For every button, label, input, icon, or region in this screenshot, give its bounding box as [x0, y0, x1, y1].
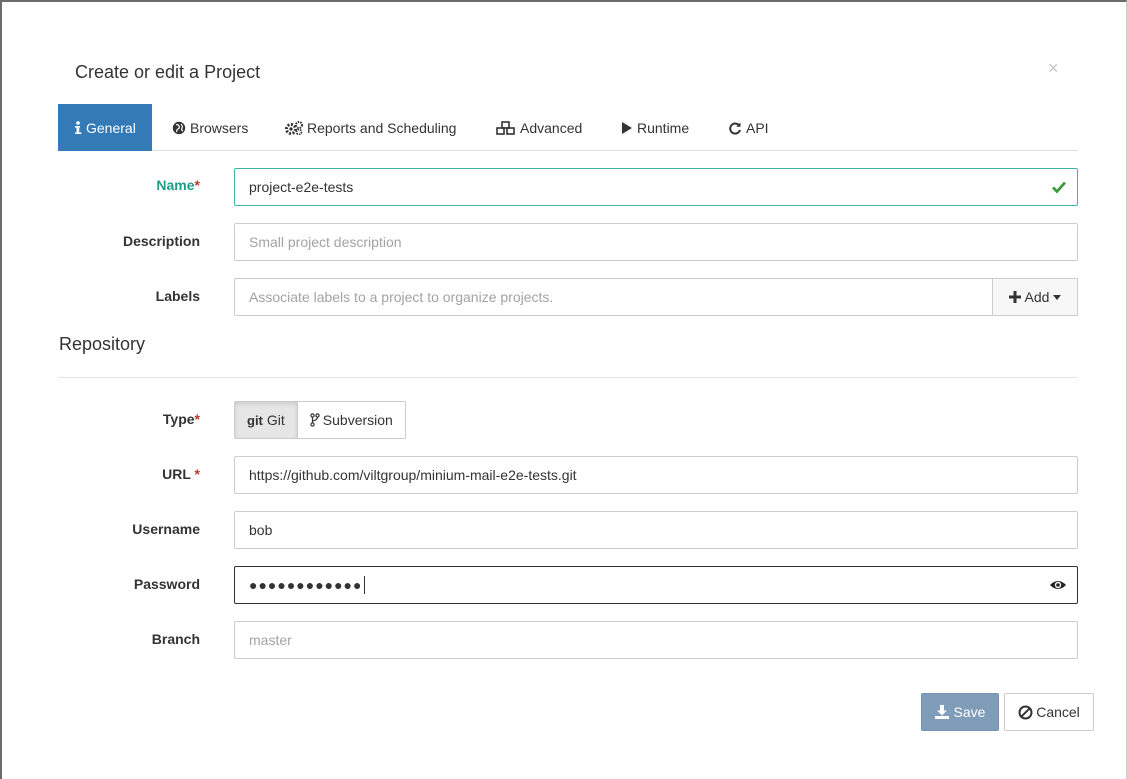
- url-label-text: URL: [162, 466, 191, 482]
- eye-icon[interactable]: [1049, 578, 1067, 595]
- tab-runtime[interactable]: Runtime: [621, 104, 689, 151]
- tab-label: Browsers: [190, 119, 249, 136]
- tab-label: Reports and Scheduling: [307, 119, 457, 136]
- branch-input[interactable]: master: [234, 621, 1078, 659]
- tab-reports-scheduling[interactable]: Reports and Scheduling: [285, 104, 456, 151]
- username-label: Username: [132, 521, 200, 537]
- username-input[interactable]: bob: [234, 511, 1078, 549]
- name-value: project-e2e-tests: [249, 179, 354, 195]
- tab-general[interactable]: General: [58, 104, 152, 151]
- code-fork-icon: [310, 413, 320, 427]
- cancel-button[interactable]: Cancel: [1004, 693, 1094, 731]
- info-icon: [74, 120, 82, 135]
- tab-bar: General Browsers Reports and Scheduling …: [58, 104, 1078, 151]
- section-divider: [58, 377, 1078, 378]
- globe-icon: [172, 121, 186, 135]
- type-subversion-label: Subversion: [322, 412, 393, 428]
- git-icon: git: [247, 412, 263, 428]
- branch-label: Branch: [151, 631, 200, 647]
- text-caret: [364, 576, 366, 594]
- name-label-text: Name: [156, 177, 195, 193]
- tab-browsers[interactable]: Browsers: [172, 104, 248, 151]
- password-input[interactable]: ●●●●●●●●●●●●: [234, 566, 1078, 604]
- type-git-button[interactable]: git Git: [234, 401, 298, 439]
- close-icon[interactable]: ×: [1048, 58, 1059, 79]
- username-value: bob: [249, 522, 273, 538]
- labels-input[interactable]: Associate labels to a project to organiz…: [234, 278, 993, 316]
- add-label-button[interactable]: Add: [992, 278, 1078, 316]
- name-input[interactable]: project-e2e-tests: [234, 168, 1078, 206]
- labels-placeholder: Associate labels to a project to organiz…: [249, 289, 554, 305]
- download-icon: [934, 705, 949, 719]
- url-label: URL *: [60, 466, 200, 482]
- name-label: Name*: [60, 177, 200, 193]
- tab-label: Runtime: [637, 119, 690, 136]
- refresh-icon: [728, 121, 742, 135]
- project-dialog: Create or edit a Project × General Brows…: [0, 0, 1127, 779]
- required-mark: *: [194, 466, 200, 482]
- gears-icon: [285, 120, 303, 135]
- url-value: https://github.com/viltgroup/minium-mail…: [249, 467, 577, 483]
- type-subversion-button[interactable]: Subversion: [297, 401, 406, 439]
- repository-section-title: Repository: [59, 334, 146, 354]
- tab-label: Advanced: [520, 119, 583, 136]
- play-icon: [621, 121, 633, 135]
- required-mark: *: [194, 411, 200, 427]
- add-label-text: Add: [1024, 289, 1050, 305]
- tab-advanced[interactable]: Advanced: [496, 104, 582, 151]
- type-git-label: Git: [266, 412, 285, 428]
- password-value: ●●●●●●●●●●●●: [249, 577, 363, 593]
- tab-label: API: [746, 119, 769, 136]
- description-placeholder: Small project description: [249, 234, 402, 250]
- repo-type-toggle: git Git Subversion: [234, 401, 406, 439]
- check-icon: [1051, 179, 1067, 198]
- caret-down-icon: [1053, 294, 1062, 300]
- branch-placeholder: master: [249, 632, 292, 648]
- description-label: Description: [122, 233, 200, 249]
- password-label: Password: [133, 576, 200, 592]
- url-input[interactable]: https://github.com/viltgroup/minium-mail…: [234, 456, 1078, 494]
- cubes-icon: [496, 120, 516, 135]
- tab-api[interactable]: API: [728, 104, 769, 151]
- type-label: Type*: [60, 411, 200, 427]
- description-input[interactable]: Small project description: [234, 223, 1078, 261]
- ban-icon: [1018, 705, 1033, 720]
- save-button[interactable]: Save: [921, 693, 999, 731]
- required-mark: *: [194, 177, 200, 193]
- dialog-title: Create or edit a Project: [75, 62, 261, 82]
- cancel-label: Cancel: [1036, 704, 1080, 720]
- labels-label: Labels: [155, 288, 200, 304]
- plus-icon: [1008, 291, 1021, 303]
- tab-label: General: [86, 119, 136, 136]
- type-label-text: Type: [162, 411, 195, 427]
- save-label: Save: [953, 704, 986, 720]
